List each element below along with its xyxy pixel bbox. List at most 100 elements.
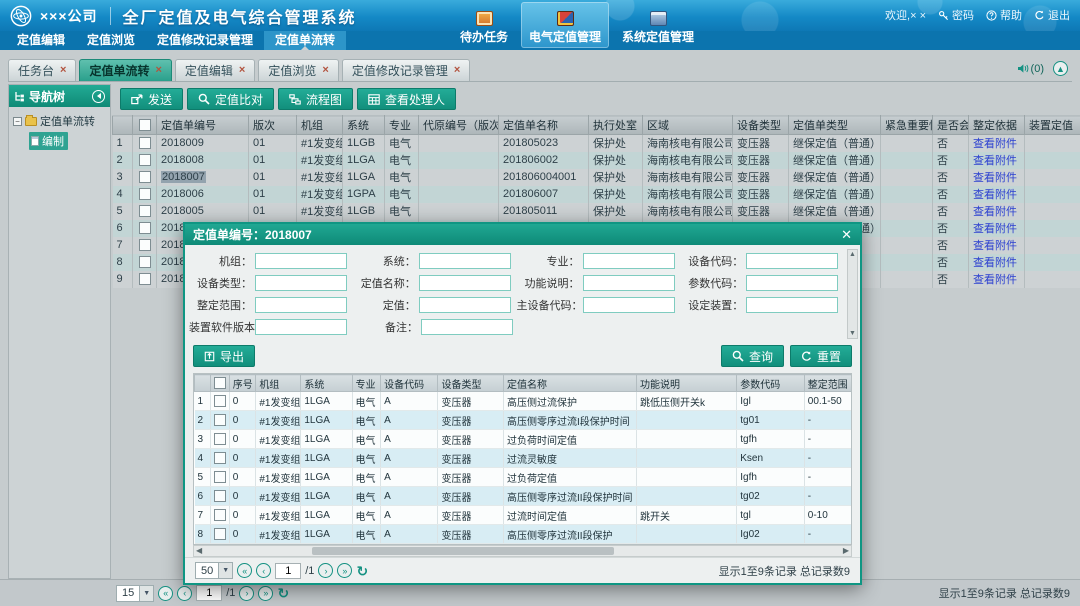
view-attachment-link[interactable]: 查看附件 — [973, 189, 1017, 201]
table-row[interactable]: 2201800801#1发变组1LGA电气201806002保护处海南核电有限公… — [113, 152, 1080, 169]
main-next-page-button[interactable]: › — [239, 586, 254, 601]
row-checkbox[interactable] — [214, 395, 226, 407]
menu-item[interactable]: 定值单流转 — [264, 31, 346, 50]
form-field-input[interactable] — [255, 253, 347, 269]
scroll-up-icon[interactable]: ▲ — [849, 251, 856, 258]
setting-compare-button[interactable]: 定值比对 — [187, 88, 274, 110]
form-field-input[interactable] — [746, 253, 838, 269]
last-page-button[interactable]: » — [337, 563, 352, 578]
refresh-icon[interactable]: ↻ — [356, 564, 368, 578]
prev-page-button[interactable]: ‹ — [256, 563, 271, 578]
scroll-down-icon[interactable]: ▼ — [849, 330, 856, 337]
tab-close-icon[interactable]: × — [322, 65, 328, 76]
row-checkbox[interactable] — [214, 490, 226, 502]
nav-tab-system-setting[interactable]: 系统定值管理 — [614, 2, 702, 48]
main-first-page-button[interactable]: « — [158, 586, 173, 601]
form-field-input[interactable] — [583, 253, 675, 269]
flowchart-button[interactable]: 流程图 — [278, 88, 353, 110]
password-link[interactable]: 密码 — [938, 7, 974, 23]
nav-tab-todo-tasks[interactable]: 待办任务 — [452, 2, 516, 48]
view-attachment-link[interactable]: 查看附件 — [973, 274, 1017, 286]
form-field-input[interactable] — [421, 319, 513, 335]
tab-close-icon[interactable]: × — [155, 65, 161, 76]
workspace-tab[interactable]: 定值浏览× — [258, 59, 338, 81]
tab-close-icon[interactable]: × — [60, 65, 66, 76]
select-all-checkbox[interactable] — [214, 377, 226, 389]
menu-item[interactable]: 定值浏览 — [76, 31, 146, 50]
main-page-size-select[interactable]: 15▼ — [116, 585, 154, 602]
tab-close-icon[interactable]: × — [239, 65, 245, 76]
nav-tab-electric-setting[interactable]: 电气定值管理 — [521, 2, 609, 48]
table-row[interactable]: 70#1发变组1LGA电气A变压器过流时间定值跳开关tgl0-10 — [195, 506, 853, 525]
logout-link[interactable]: 退出 — [1034, 7, 1070, 23]
menu-item[interactable]: 定值编辑 — [6, 31, 76, 50]
expand-panel-button[interactable]: ▲ — [1053, 61, 1068, 76]
sidebar-collapse-button[interactable] — [92, 90, 105, 103]
tree-node-root[interactable]: − 定值单流转 — [13, 113, 106, 129]
view-attachment-link[interactable]: 查看附件 — [973, 172, 1017, 184]
row-checkbox[interactable] — [214, 509, 226, 521]
form-vertical-scrollbar[interactable]: ▲▼ — [847, 249, 858, 339]
form-field-input[interactable] — [255, 275, 347, 291]
workspace-tab[interactable]: 定值单流转× — [79, 59, 171, 81]
workspace-tab[interactable]: 任务台× — [8, 59, 76, 81]
table-row[interactable]: 1201800901#1发变组1LGB电气201805023保护处海南核电有限公… — [113, 135, 1080, 152]
row-checkbox[interactable] — [214, 433, 226, 445]
table-row[interactable]: 40#1发变组1LGA电气A变压器过流灵敏度Ksen- — [195, 449, 853, 468]
view-attachment-link[interactable]: 查看附件 — [973, 257, 1017, 269]
form-field-input[interactable] — [583, 297, 675, 313]
export-button[interactable]: 导出 — [193, 345, 255, 367]
view-attachment-link[interactable]: 查看附件 — [973, 138, 1017, 150]
row-checkbox[interactable] — [214, 528, 226, 540]
row-checkbox[interactable] — [214, 414, 226, 426]
dialog-close-icon[interactable]: ✕ — [841, 228, 852, 241]
row-checkbox[interactable] — [139, 171, 151, 183]
send-button[interactable]: 发送 — [120, 88, 183, 110]
reset-button[interactable]: 重置 — [790, 345, 852, 367]
table-row[interactable]: 5201800501#1发变组1LGB电气201805011保护处海南核电有限公… — [113, 203, 1080, 220]
view-attachment-link[interactable]: 查看附件 — [973, 240, 1017, 252]
table-row[interactable]: 30#1发变组1LGA电气A变压器过负荷时间定值tgfh- — [195, 430, 853, 449]
row-checkbox[interactable] — [139, 256, 151, 268]
dialog-horizontal-scrollbar[interactable]: ◀ ▶ — [193, 545, 852, 557]
notification-sound[interactable]: (0) — [1017, 63, 1044, 75]
main-prev-page-button[interactable]: ‹ — [177, 586, 192, 601]
scroll-left-icon[interactable]: ◀ — [196, 546, 202, 556]
table-row[interactable]: 4201800601#1发变组1GPA电气201806007保护处海南核电有限公… — [113, 186, 1080, 203]
row-checkbox[interactable] — [139, 154, 151, 166]
row-checkbox[interactable] — [139, 239, 151, 251]
view-handler-button[interactable]: 查看处理人 — [357, 88, 456, 110]
scroll-right-icon[interactable]: ▶ — [843, 546, 849, 556]
row-checkbox[interactable] — [139, 137, 151, 149]
row-checkbox[interactable] — [139, 222, 151, 234]
next-page-button[interactable]: › — [318, 563, 333, 578]
workspace-tab[interactable]: 定值编辑× — [175, 59, 255, 81]
form-field-input[interactable] — [255, 319, 347, 335]
first-page-button[interactable]: « — [237, 563, 252, 578]
form-field-input[interactable] — [583, 275, 675, 291]
row-checkbox[interactable] — [139, 188, 151, 200]
main-last-page-button[interactable]: » — [258, 586, 273, 601]
main-refresh-icon[interactable]: ↻ — [277, 586, 289, 600]
tree-collapse-icon[interactable]: − — [13, 117, 22, 126]
row-checkbox[interactable] — [139, 273, 151, 285]
tree-node-child-selected[interactable]: 编制 — [29, 132, 68, 150]
form-field-input[interactable] — [419, 253, 511, 269]
view-attachment-link[interactable]: 查看附件 — [973, 206, 1017, 218]
table-row[interactable]: 3201800701#1发变组1LGA电气201806004001保护处海南核电… — [113, 169, 1080, 186]
table-row[interactable]: 80#1发变组1LGA电气A变压器高压侧零序过流II段保护Ig02- — [195, 525, 853, 544]
help-link[interactable]: 帮助 — [986, 7, 1022, 23]
table-row[interactable]: 10#1发变组1LGA电气A变压器高压侧过流保护跳低压侧开关kIgl00.1-5… — [195, 392, 853, 411]
form-field-input[interactable] — [746, 275, 838, 291]
form-field-input[interactable] — [419, 275, 511, 291]
form-field-input[interactable] — [255, 297, 347, 313]
view-attachment-link[interactable]: 查看附件 — [973, 223, 1017, 235]
row-checkbox[interactable] — [214, 452, 226, 464]
menu-item[interactable]: 定值修改记录管理 — [146, 31, 264, 50]
row-checkbox[interactable] — [214, 471, 226, 483]
main-page-number-input[interactable] — [196, 585, 222, 601]
query-button[interactable]: 查询 — [721, 345, 784, 367]
row-checkbox[interactable] — [139, 205, 151, 217]
workspace-tab[interactable]: 定值修改记录管理× — [342, 59, 470, 81]
table-row[interactable]: 50#1发变组1LGA电气A变压器过负荷定值Igfh- — [195, 468, 853, 487]
